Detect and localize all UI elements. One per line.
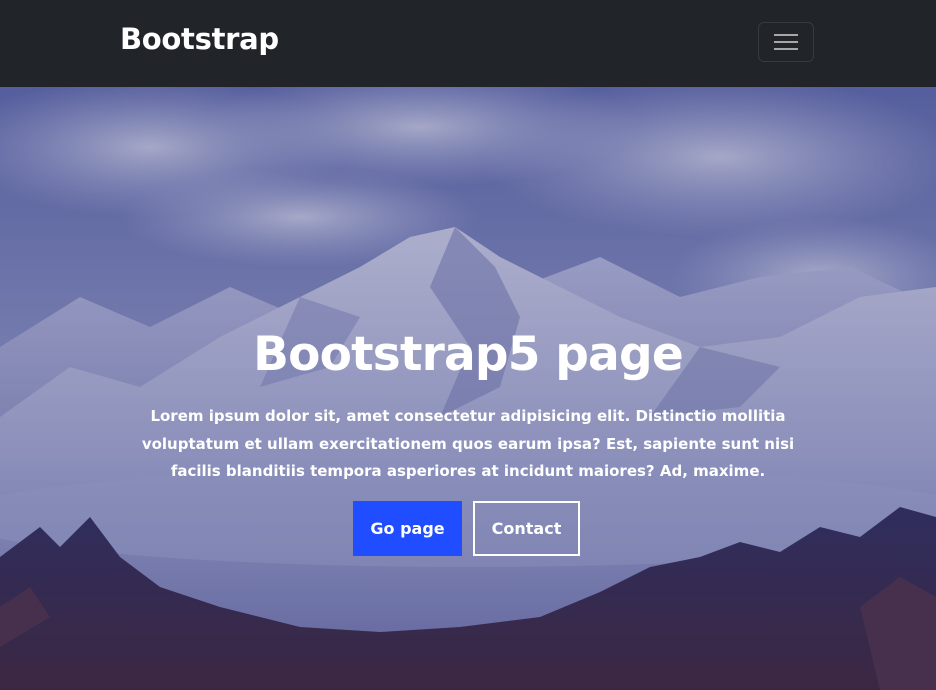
hero-description: Lorem ipsum dolor sit, amet consectetur … xyxy=(141,407,795,480)
hero-title: Bootstrap5 page xyxy=(253,327,684,382)
navbar-toggler-button[interactable] xyxy=(758,22,814,62)
hamburger-menu-icon xyxy=(774,34,798,50)
navbar-brand[interactable]: Bootstrap xyxy=(120,20,279,58)
navbar: Bootstrap xyxy=(0,0,936,87)
hero-content: Bootstrap5 page Lorem ipsum dolor sit, a… xyxy=(0,87,936,690)
go-page-button[interactable]: Go page xyxy=(353,501,462,556)
hero-section: Bootstrap5 page Lorem ipsum dolor sit, a… xyxy=(0,87,936,690)
contact-button[interactable]: Contact xyxy=(473,501,580,556)
